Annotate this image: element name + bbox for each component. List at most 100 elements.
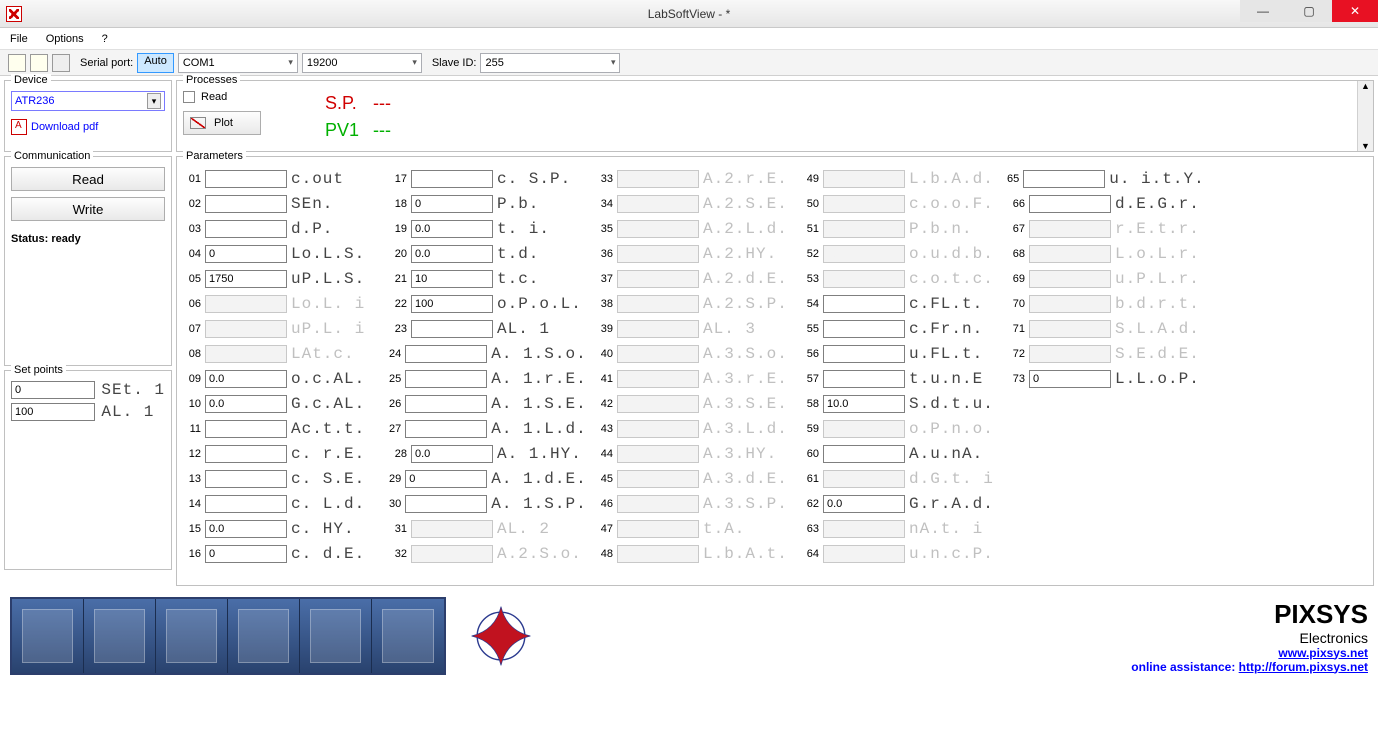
parameter-number: 06 xyxy=(183,298,201,310)
baud-combo[interactable]: 19200 ▾ xyxy=(302,53,422,73)
parameter-input[interactable] xyxy=(1029,370,1111,388)
chevron-down-icon: ▾ xyxy=(412,57,417,68)
parameter-row: 56u.FL.t. xyxy=(801,342,995,365)
parameter-input[interactable] xyxy=(205,395,287,413)
parameter-row: 28A. 1.HY. xyxy=(389,442,583,465)
parameter-input[interactable] xyxy=(823,445,905,463)
parameter-input[interactable] xyxy=(205,470,287,488)
processes-scrollbar[interactable]: ▲ ▼ xyxy=(1357,81,1373,151)
parameter-input[interactable] xyxy=(411,295,493,313)
parameter-input[interactable] xyxy=(823,395,905,413)
parameter-row: 23AL. 1 xyxy=(389,317,583,340)
parameter-label: AL. 2 xyxy=(497,520,550,538)
parameter-input[interactable] xyxy=(205,370,287,388)
parameter-number: 09 xyxy=(183,373,201,385)
parameter-input[interactable] xyxy=(405,345,487,363)
download-pdf-link[interactable]: Download pdf xyxy=(31,121,98,133)
parameter-input[interactable] xyxy=(205,220,287,238)
setpoint-input[interactable] xyxy=(11,381,95,399)
parameter-input[interactable] xyxy=(411,220,493,238)
assist-url[interactable]: http://forum.pixsys.net xyxy=(1239,660,1368,674)
minimize-button[interactable]: — xyxy=(1240,0,1286,22)
parameter-input[interactable] xyxy=(405,470,487,488)
port-combo[interactable]: COM1 ▾ xyxy=(178,53,298,73)
parameter-row: 37A.2.d.E. xyxy=(595,267,789,290)
brand-url[interactable]: www.pixsys.net xyxy=(1278,646,1368,660)
parameter-input[interactable] xyxy=(405,495,487,513)
setpoint-label: SEt. 1 xyxy=(101,381,165,399)
parameter-input[interactable] xyxy=(1023,170,1105,188)
parameter-input[interactable] xyxy=(823,370,905,388)
parameter-input[interactable] xyxy=(411,320,493,338)
parameter-input[interactable] xyxy=(205,170,287,188)
parameter-row: 10G.c.AL. xyxy=(183,392,377,415)
parameter-input[interactable] xyxy=(823,495,905,513)
parameter-input[interactable] xyxy=(205,445,287,463)
pixsys-logo-icon xyxy=(466,601,536,671)
parameter-input xyxy=(617,520,699,538)
scroll-down-icon[interactable]: ▼ xyxy=(1361,141,1370,151)
menu-options[interactable]: Options xyxy=(46,33,84,45)
menu-file[interactable]: File xyxy=(10,33,28,45)
parameter-input[interactable] xyxy=(411,445,493,463)
parameter-input xyxy=(205,320,287,338)
parameter-number: 52 xyxy=(801,248,819,260)
parameter-label: P.b.n. xyxy=(909,220,973,238)
pv-value: --- xyxy=(373,120,391,141)
parameter-input[interactable] xyxy=(411,270,493,288)
parameter-input[interactable] xyxy=(411,170,493,188)
read-checkbox[interactable] xyxy=(183,91,195,103)
parameter-input[interactable] xyxy=(205,195,287,213)
parameter-row: 63nA.t. i xyxy=(801,517,995,540)
write-button[interactable]: Write xyxy=(11,197,165,221)
parameter-input[interactable] xyxy=(1029,195,1111,213)
parameter-input[interactable] xyxy=(823,345,905,363)
parameter-input[interactable] xyxy=(205,545,287,563)
menu-help[interactable]: ? xyxy=(102,33,108,45)
parameter-input[interactable] xyxy=(405,395,487,413)
parameter-input[interactable] xyxy=(205,245,287,263)
auto-button[interactable]: Auto xyxy=(137,53,174,73)
print-icon[interactable] xyxy=(52,54,70,72)
parameter-input[interactable] xyxy=(405,420,487,438)
parameter-label: c.o.t.c. xyxy=(909,270,994,288)
parameter-input xyxy=(1029,295,1111,313)
save-icon[interactable] xyxy=(30,54,48,72)
plot-button[interactable]: Plot xyxy=(183,111,261,135)
parameter-input[interactable] xyxy=(823,320,905,338)
slave-id-combo[interactable]: 255 ▾ xyxy=(480,53,620,73)
parameter-number: 08 xyxy=(183,348,201,360)
scroll-up-icon[interactable]: ▲ xyxy=(1361,81,1370,91)
parameter-row: 14c. L.d. xyxy=(183,492,377,515)
parameter-input[interactable] xyxy=(411,245,493,263)
parameter-label: d.E.G.r. xyxy=(1115,195,1200,213)
parameter-input[interactable] xyxy=(205,420,287,438)
parameter-input[interactable] xyxy=(411,195,493,213)
parameter-input[interactable] xyxy=(823,295,905,313)
parameter-input[interactable] xyxy=(205,520,287,538)
parameter-row: 04Lo.L.S. xyxy=(183,242,377,265)
parameter-label: A. 1.S.P. xyxy=(491,495,586,513)
read-button[interactable]: Read xyxy=(11,167,165,191)
assist-label: online assistance: xyxy=(1131,660,1238,674)
parameter-label: t.A. xyxy=(703,520,745,538)
parameter-label: A. 1.S.E. xyxy=(491,395,586,413)
parameter-number: 56 xyxy=(801,348,819,360)
setpoints-group: Set points SEt. 1AL. 1 xyxy=(4,370,172,570)
parameter-input[interactable] xyxy=(205,495,287,513)
parameter-row: 70b.d.r.t. xyxy=(1007,292,1201,315)
parameter-label: b.d.r.t. xyxy=(1115,295,1200,313)
setpoint-input[interactable] xyxy=(11,403,95,421)
parameter-row: 08LAt.c. xyxy=(183,342,377,365)
open-icon[interactable] xyxy=(8,54,26,72)
parameter-row: 39AL. 3 xyxy=(595,317,789,340)
close-button[interactable]: ✕ xyxy=(1332,0,1378,22)
maximize-button[interactable]: ▢ xyxy=(1286,0,1332,22)
parameter-label: SEn. xyxy=(291,195,333,213)
parameter-number: 47 xyxy=(595,523,613,535)
parameter-label: A. 1.r.E. xyxy=(491,370,586,388)
device-combo[interactable]: ATR236 ▾ xyxy=(11,91,165,111)
parameter-input[interactable] xyxy=(205,270,287,288)
parameter-input[interactable] xyxy=(405,370,487,388)
parameter-number: 41 xyxy=(595,373,613,385)
